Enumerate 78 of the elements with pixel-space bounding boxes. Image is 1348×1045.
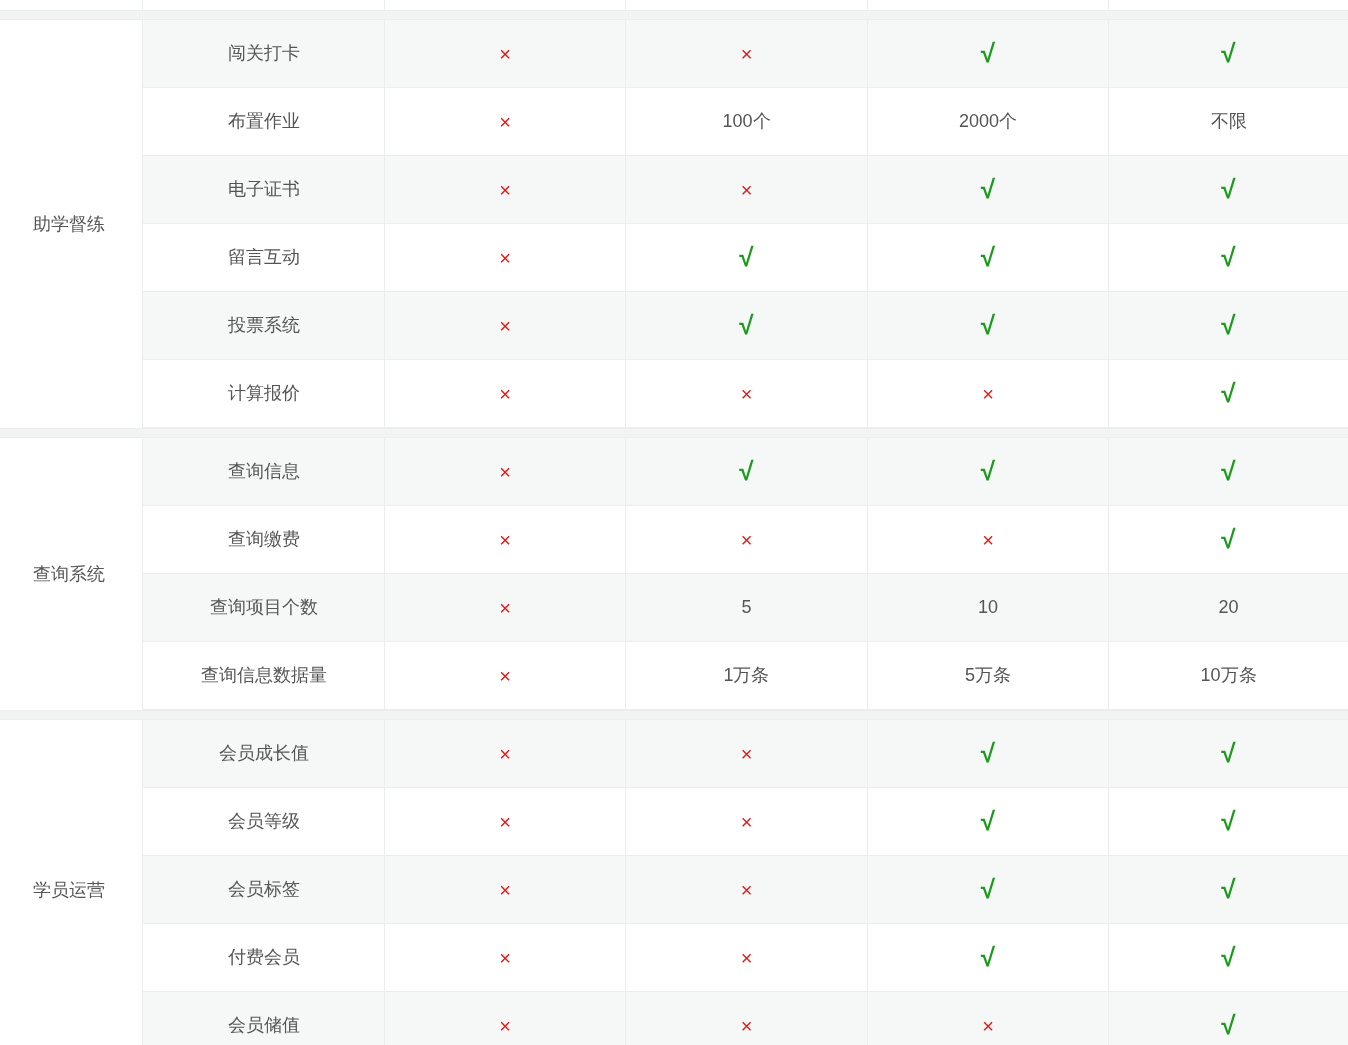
cross-mark: × <box>499 663 511 689</box>
feature-name: 会员标签 <box>227 878 300 901</box>
cell-value: 不限 <box>1210 110 1247 133</box>
feature-name: 会员储值 <box>227 1014 300 1037</box>
group-label: 学员运营 <box>33 878 105 902</box>
check-mark: √ <box>980 455 996 488</box>
cell-value: 20 <box>1218 596 1239 619</box>
group-label: 查询系统 <box>33 562 105 586</box>
feature-name: 布置作业 <box>227 110 300 133</box>
feature-name: 留言互动 <box>227 246 300 269</box>
check-mark: √ <box>980 309 996 342</box>
cross-mark: × <box>499 809 511 835</box>
check-mark: √ <box>980 941 996 974</box>
cell-value: 5 <box>741 596 752 619</box>
check-mark: √ <box>980 805 996 838</box>
cross-mark: × <box>499 459 511 485</box>
check-mark: √ <box>980 737 996 770</box>
check-mark: √ <box>739 241 754 274</box>
cross-mark: × <box>982 1013 994 1039</box>
check-mark: √ <box>980 37 996 70</box>
cross-mark: × <box>740 877 753 903</box>
feature-name: 计算报价 <box>227 382 300 405</box>
cross-mark: × <box>740 177 753 203</box>
feature-name: 会员等级 <box>227 810 300 833</box>
feature-name: 查询缴费 <box>227 528 300 551</box>
check-mark: √ <box>980 873 996 906</box>
feature-name: 查询信息数据量 <box>200 664 327 687</box>
feature-name: 电子证书 <box>227 178 300 201</box>
cell-value: 5万条 <box>965 664 1011 687</box>
cross-mark: × <box>499 245 511 271</box>
cross-mark: × <box>499 381 511 407</box>
check-mark: √ <box>1221 241 1236 274</box>
cross-mark: × <box>499 877 511 903</box>
feature-name: 查询项目个数 <box>209 596 318 619</box>
cross-mark: × <box>740 381 753 407</box>
check-mark: √ <box>1221 805 1236 838</box>
check-mark: √ <box>980 241 996 274</box>
cross-mark: × <box>982 381 994 407</box>
cross-mark: × <box>740 41 753 67</box>
check-mark: √ <box>1221 737 1236 770</box>
cross-mark: × <box>499 527 511 553</box>
check-mark: √ <box>1221 523 1236 556</box>
cross-mark: × <box>499 1013 511 1039</box>
cell-value: 1万条 <box>723 664 770 687</box>
cell-value: 10万条 <box>1200 664 1257 687</box>
group-label: 助学督练 <box>33 212 105 236</box>
cell-value: 100个 <box>722 110 771 133</box>
check-mark: √ <box>1221 309 1236 342</box>
check-mark: √ <box>980 173 996 206</box>
cross-mark: × <box>499 741 511 767</box>
feature-name: 闯关打卡 <box>227 42 300 65</box>
cell-value: 2000个 <box>958 110 1017 133</box>
cross-mark: × <box>740 945 753 971</box>
cross-mark: × <box>499 41 511 67</box>
feature-name: 付费会员 <box>227 946 300 969</box>
cell-value: 10 <box>978 596 998 619</box>
cross-mark: × <box>982 527 994 553</box>
check-mark: √ <box>739 455 754 488</box>
cross-mark: × <box>499 177 511 203</box>
check-mark: √ <box>1221 37 1236 70</box>
cross-mark: × <box>499 109 511 135</box>
check-mark: √ <box>1221 1009 1236 1042</box>
check-mark: √ <box>1221 377 1236 410</box>
cross-mark: × <box>499 945 511 971</box>
check-mark: √ <box>1221 941 1236 974</box>
cross-mark: × <box>740 527 753 553</box>
check-mark: √ <box>739 309 754 342</box>
cross-mark: × <box>740 809 753 835</box>
cross-mark: × <box>499 313 511 339</box>
cross-mark: × <box>740 1013 753 1039</box>
cross-mark: × <box>740 741 753 767</box>
feature-name: 查询信息 <box>227 460 300 483</box>
feature-name: 会员成长值 <box>218 742 309 765</box>
check-mark: √ <box>1221 173 1236 206</box>
check-mark: √ <box>1221 455 1236 488</box>
feature-name: 投票系统 <box>227 314 300 337</box>
check-mark: √ <box>1221 873 1236 906</box>
cross-mark: × <box>499 595 511 621</box>
